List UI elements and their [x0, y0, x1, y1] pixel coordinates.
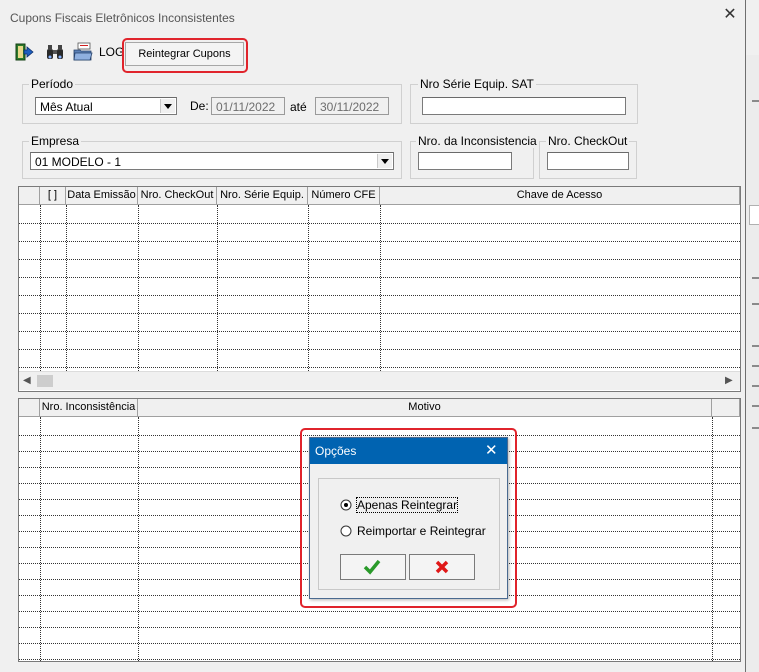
grid-header-chave-acesso[interactable]: Chave de Acesso — [380, 187, 740, 205]
date-to-value: 30/11/2022 — [320, 100, 380, 114]
grid-header-motivo[interactable]: Motivo — [138, 399, 712, 417]
grid-header-extra — [712, 399, 740, 417]
grid-column-line — [138, 205, 139, 371]
grid-row-line — [19, 659, 740, 660]
grid-row-line — [19, 313, 740, 314]
opcoes-dialog: Opções ✕ Apenas Reintegrar Reimportar e … — [309, 437, 508, 599]
grid-column-line — [217, 205, 218, 371]
grid-row-line — [19, 643, 740, 644]
background-element — [752, 365, 759, 367]
periodo-label: Período — [29, 77, 76, 91]
background-element — [752, 277, 759, 279]
periodo-select[interactable]: Mês Atual — [35, 97, 177, 115]
grid-column-line — [66, 205, 67, 371]
grid-row-line — [19, 277, 740, 278]
grid-row-line — [19, 241, 740, 242]
radio-unselected-icon[interactable] — [340, 525, 352, 537]
background-window — [745, 55, 759, 672]
grid-column-line — [40, 205, 41, 371]
serie-sat-label: Nro Série Equip. SAT — [418, 77, 536, 91]
checkmark-icon — [363, 559, 381, 575]
serie-sat-input[interactable] — [422, 97, 626, 115]
date-from-field: 01/11/2022 — [211, 97, 285, 115]
main-window: Cupons Fiscais Eletrônicos Inconsistente… — [0, 0, 746, 672]
dialog-titlebar: Opções ✕ — [310, 438, 507, 464]
grid-column-line — [380, 205, 381, 371]
empresa-value: 01 MODELO - 1 — [35, 155, 122, 169]
grid-row-line — [19, 295, 740, 296]
empresa-select[interactable]: 01 MODELO - 1 — [30, 152, 394, 170]
background-element — [752, 100, 759, 102]
grid-column-line — [40, 417, 41, 661]
checkout-input[interactable] — [547, 152, 629, 170]
ate-label: até — [290, 100, 307, 114]
grid-row-line — [19, 367, 740, 368]
grid-row-line — [19, 611, 740, 612]
inconsistencia-input[interactable] — [418, 152, 512, 170]
grid-row-line — [19, 331, 740, 332]
background-element — [752, 385, 759, 387]
close-icon — [435, 560, 449, 574]
background-element — [752, 345, 759, 347]
grid-row-line — [19, 349, 740, 350]
confirm-button[interactable] — [340, 554, 406, 580]
background-element — [749, 205, 759, 225]
grid-header-nro-checkout[interactable]: Nro. CheckOut — [138, 187, 217, 205]
exit-icon[interactable] — [14, 41, 36, 63]
binoculars-icon[interactable] — [44, 41, 66, 63]
scroll-right-icon[interactable]: ▶ — [725, 375, 733, 386]
highlight-box — [122, 38, 248, 73]
dialog-close-icon[interactable]: ✕ — [485, 441, 498, 459]
background-element — [752, 427, 759, 429]
grid-column-line — [712, 417, 713, 661]
de-label: De: — [190, 99, 209, 113]
window-close-icon[interactable]: ✕ — [721, 6, 739, 24]
date-to-field: 30/11/2022 — [315, 97, 389, 115]
log-button[interactable]: LOG — [99, 45, 124, 59]
radio-label: Reimportar e Reintegrar — [357, 524, 486, 538]
dialog-title: Opções — [315, 444, 357, 458]
grid-header-nro-inconsistencia[interactable]: Nro. Inconsistência — [40, 399, 138, 417]
radio-label: Apenas Reintegrar — [355, 497, 459, 513]
horizontal-scrollbar[interactable]: ◀ ▶ — [19, 371, 740, 390]
grid-row-line — [19, 223, 740, 224]
grid-header-indicator — [19, 399, 40, 417]
grid-header-indicator — [19, 187, 40, 205]
inconsistencia-label: Nro. da Inconsistencia — [416, 134, 539, 148]
grid-row-line — [19, 627, 740, 628]
background-element — [752, 303, 759, 305]
empresa-label: Empresa — [29, 134, 82, 148]
grid-row-line — [19, 259, 740, 260]
grid-header-check[interactable]: [ ] — [40, 187, 66, 205]
grid-header-data-emissao[interactable]: Data Emissão — [66, 187, 138, 205]
date-from-value: 01/11/2022 — [216, 100, 276, 114]
grid-header-numero-cfe[interactable]: Número CFE — [308, 187, 380, 205]
cancel-button[interactable] — [409, 554, 475, 580]
open-folder-icon[interactable] — [72, 41, 94, 63]
scrollbar-thumb[interactable] — [37, 375, 53, 387]
chevron-down-icon[interactable] — [160, 99, 175, 113]
grid-header-nro-serie[interactable]: Nro. Série Equip. — [217, 187, 308, 205]
periodo-value: Mês Atual — [40, 100, 93, 114]
grid-column-line — [308, 205, 309, 371]
checkout-label: Nro. CheckOut — [546, 134, 630, 148]
chevron-down-icon[interactable] — [377, 154, 392, 168]
scroll-left-icon[interactable]: ◀ — [23, 375, 31, 386]
cupons-grid[interactable]: [ ] Data Emissão Nro. CheckOut Nro. Séri… — [18, 186, 741, 392]
grid-column-line — [138, 417, 139, 661]
background-element — [752, 405, 759, 407]
window-title: Cupons Fiscais Eletrônicos Inconsistente… — [10, 11, 235, 25]
radio-selected-icon[interactable] — [340, 499, 352, 511]
